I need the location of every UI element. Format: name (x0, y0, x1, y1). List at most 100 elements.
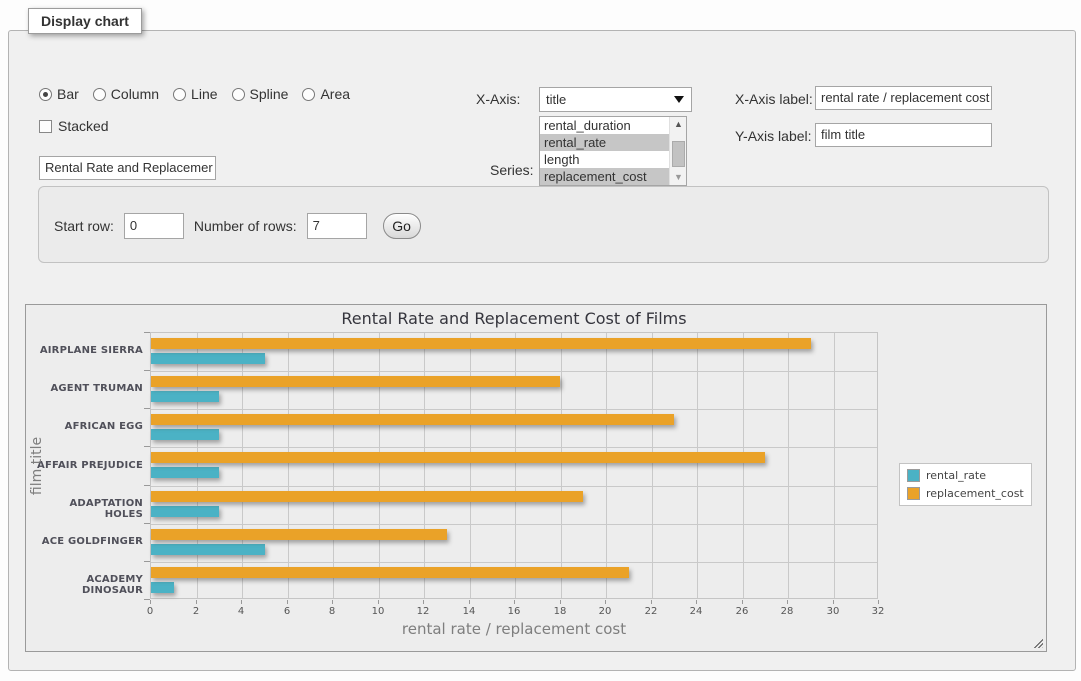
row-range-box: Start row: 0 Number of rows: 7 Go (38, 186, 1049, 263)
radio-icon[interactable] (93, 88, 106, 101)
series-option-rental_rate[interactable]: rental_rate (540, 134, 669, 151)
bar-replacement_cost-ace-goldfinger (151, 529, 447, 540)
radio-icon[interactable] (232, 88, 245, 101)
gridline (515, 333, 516, 598)
bar-rental_rate-affair-prejudice (151, 467, 219, 478)
scroll-down-icon[interactable]: ▼ (672, 171, 685, 184)
series-listbox[interactable]: rental_durationrental_ratelengthreplacem… (539, 116, 687, 186)
gridline (788, 333, 789, 598)
x-axis-label-label: X-Axis label: (735, 91, 813, 107)
radio-label: Bar (57, 86, 79, 102)
chart-type-radio-area[interactable]: Area (302, 86, 350, 102)
x-axis-select-label: X-Axis: (476, 91, 520, 107)
series-option-replacement_cost[interactable]: replacement_cost (540, 168, 669, 185)
x-tick (651, 600, 652, 604)
gridline (197, 333, 198, 598)
category-label: AFRICAN EGG (31, 421, 143, 432)
bar-replacement_cost-academy-dinosaur (151, 567, 629, 578)
y-tick (144, 485, 150, 486)
chart-type-radio-bar[interactable]: Bar (39, 86, 79, 102)
series-options: rental_durationrental_ratelengthreplacem… (540, 117, 686, 185)
series-option-rental_duration[interactable]: rental_duration (540, 117, 669, 134)
num-rows-input[interactable]: 7 (307, 213, 367, 239)
bar-rental_rate-agent-truman (151, 391, 219, 402)
gridline (151, 524, 877, 525)
category-label: AIRPLANE SIERRA (31, 345, 143, 356)
num-rows-label: Number of rows: (194, 218, 297, 234)
category-label: AGENT TRUMAN (31, 383, 143, 394)
scrollbar-thumb[interactable] (672, 141, 685, 167)
y-axis-label-input[interactable]: film title (815, 123, 992, 147)
radio-icon[interactable] (173, 88, 186, 101)
y-tick (144, 332, 150, 333)
start-row-input[interactable]: 0 (124, 213, 184, 239)
y-tick (144, 446, 150, 447)
x-tick (833, 600, 834, 604)
x-tick (742, 600, 743, 604)
x-tick-label: 0 (133, 606, 167, 617)
checkbox-icon[interactable] (39, 120, 52, 133)
x-axis-label-input[interactable]: rental rate / replacement cost (815, 86, 992, 110)
x-tick-label: 24 (679, 606, 713, 617)
x-tick (514, 600, 515, 604)
y-tick (144, 408, 150, 409)
legend-swatch-icon (907, 469, 920, 482)
display-chart-panel: Bar Column Line Spline Area Stacked Rental R… (8, 30, 1076, 671)
y-tick (144, 370, 150, 371)
y-tick (144, 523, 150, 524)
x-tick (605, 600, 606, 604)
chart-legend: rental_rate replacement_cost (899, 463, 1032, 506)
x-tick-label: 8 (315, 606, 349, 617)
series-select-label: Series: (490, 162, 534, 178)
x-tick-label: 30 (816, 606, 850, 617)
radio-icon[interactable] (302, 88, 315, 101)
x-tick-label: 4 (224, 606, 258, 617)
radio-label: Column (111, 86, 159, 102)
chart-type-radio-column[interactable]: Column (93, 86, 159, 102)
go-button[interactable]: Go (383, 213, 421, 239)
resize-handle-icon[interactable] (1032, 637, 1043, 648)
chart-type-radio-spline[interactable]: Spline (232, 86, 289, 102)
x-tick-label: 6 (270, 606, 304, 617)
bar-rental_rate-african-egg (151, 429, 219, 440)
chart-title-input[interactable]: Rental Rate and Replacemer (39, 156, 216, 180)
x-tick-label: 2 (179, 606, 213, 617)
x-axis-select[interactable]: title (539, 87, 692, 112)
x-tick (423, 600, 424, 604)
x-tick (469, 600, 470, 604)
radio-label: Area (320, 86, 350, 102)
x-tick-label: 18 (543, 606, 577, 617)
stacked-label: Stacked (58, 118, 109, 134)
series-option-length[interactable]: length (540, 151, 669, 168)
chart-x-axis-title: rental rate / replacement cost (150, 620, 878, 638)
gridline (652, 333, 653, 598)
category-label: ACADEMY DINOSAUR (31, 574, 143, 596)
series-scrollbar[interactable]: ▲ ▼ (669, 117, 686, 185)
legend-entry-replacement_cost: replacement_cost (907, 487, 1024, 500)
scroll-up-icon[interactable]: ▲ (672, 118, 685, 131)
y-tick (144, 561, 150, 562)
start-row-label: Start row: (54, 218, 114, 234)
gridline (379, 333, 380, 598)
gridline (743, 333, 744, 598)
radio-icon[interactable] (39, 88, 52, 101)
gridline (151, 409, 877, 410)
x-tick (287, 600, 288, 604)
chevron-down-icon (674, 96, 684, 103)
x-tick (378, 600, 379, 604)
x-tick-label: 12 (406, 606, 440, 617)
legend-label: rental_rate (926, 469, 986, 482)
panel-title: Display chart (28, 8, 142, 34)
x-tick (332, 600, 333, 604)
gridline (697, 333, 698, 598)
x-tick-label: 26 (725, 606, 759, 617)
radio-label: Line (191, 86, 217, 102)
chart-container: Rental Rate and Replacement Cost of Film… (25, 304, 1047, 652)
stacked-checkbox[interactable]: Stacked (39, 118, 109, 134)
chart-type-radio-line[interactable]: Line (173, 86, 217, 102)
bar-replacement_cost-affair-prejudice (151, 452, 765, 463)
gridline (470, 333, 471, 598)
x-tick (560, 600, 561, 604)
x-tick (150, 600, 151, 604)
legend-entry-rental_rate: rental_rate (907, 469, 1024, 482)
